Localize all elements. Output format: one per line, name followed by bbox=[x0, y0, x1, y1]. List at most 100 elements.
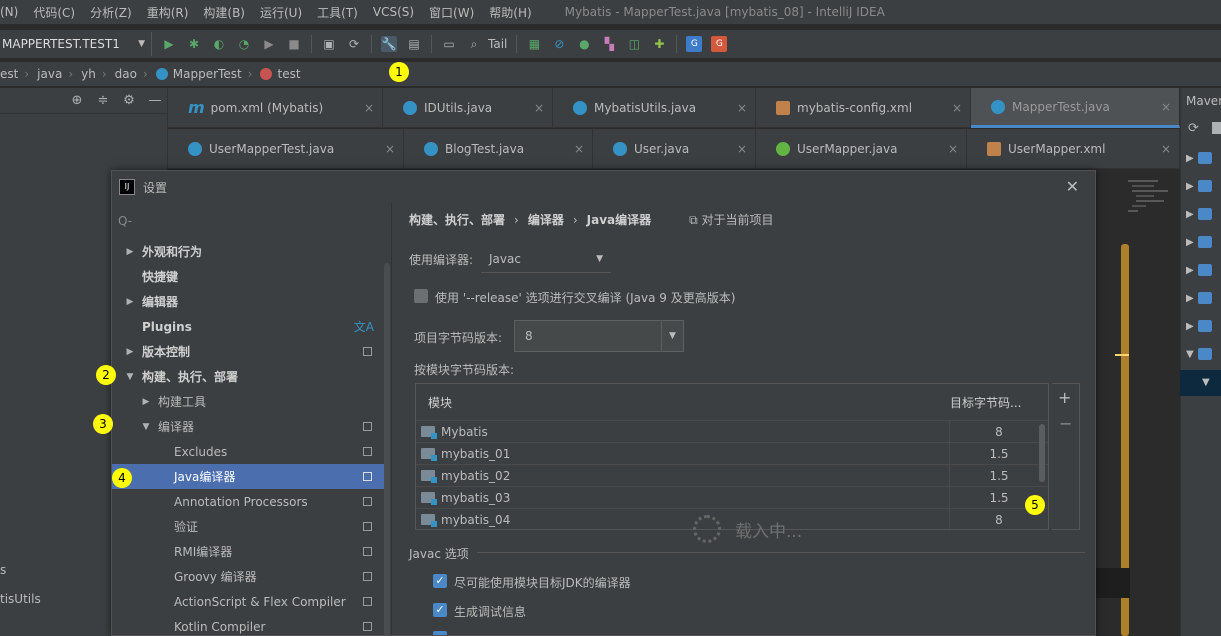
profile-icon[interactable]: ◔ bbox=[236, 36, 252, 52]
tree-item-plugins[interactable]: Plugins 文A bbox=[112, 314, 390, 339]
run-icon[interactable]: ▶ bbox=[161, 36, 177, 52]
menu-vcs[interactable]: VCS(S) bbox=[373, 5, 414, 19]
stop-icon[interactable]: ■ bbox=[286, 36, 302, 52]
remove-icon[interactable]: − bbox=[1059, 414, 1072, 433]
target-bytecode-cell[interactable]: 8 bbox=[950, 425, 1048, 439]
tree-item-annotation-processors[interactable]: Annotation Processors bbox=[112, 489, 390, 514]
tab-mappertest[interactable]: MapperTest.java × bbox=[971, 88, 1180, 128]
tree-item-validation[interactable]: 验证 bbox=[112, 514, 390, 539]
tab-idutils[interactable]: IDUtils.java × bbox=[383, 88, 553, 128]
translate-alt-icon[interactable]: G bbox=[711, 36, 728, 52]
tree-item-vcs[interactable]: ▶ 版本控制 bbox=[112, 339, 390, 364]
debug-icon[interactable]: ✱ bbox=[186, 36, 202, 52]
tail-button[interactable]: Tail bbox=[488, 37, 507, 51]
table-scrollbar[interactable] bbox=[1039, 424, 1045, 482]
menu-help[interactable]: 帮助(H) bbox=[489, 4, 531, 21]
tree-item-kotlin-compiler[interactable]: Kotlin Compiler bbox=[112, 614, 390, 635]
table-row[interactable]: Mybatis 8 bbox=[416, 420, 1048, 443]
collapse-icon[interactable]: ≑ bbox=[96, 93, 110, 108]
resume-icon[interactable]: ▶ bbox=[261, 36, 277, 52]
close-icon[interactable]: × bbox=[737, 101, 747, 115]
maven-project-row[interactable]: ▶ bbox=[1186, 262, 1221, 278]
maven-project-row[interactable]: ▶ bbox=[1186, 318, 1221, 334]
chart-icon[interactable]: ▦ bbox=[526, 36, 542, 52]
tab-pom-xml[interactable]: m pom.xml (Mybatis) × bbox=[168, 88, 383, 128]
tree-item-build-tools[interactable]: ▶ 构建工具 bbox=[112, 389, 390, 414]
menu-window[interactable]: 窗口(W) bbox=[429, 4, 474, 21]
target-bytecode-cell[interactable]: 1.5 bbox=[950, 447, 1048, 461]
menu-run[interactable]: 运行(U) bbox=[260, 4, 302, 21]
breadcrumb-item[interactable]: MapperTest bbox=[173, 67, 242, 81]
menu-navigate[interactable]: (N) bbox=[0, 5, 18, 19]
maven-project-row[interactable]: ▶ bbox=[1186, 290, 1221, 306]
project-tree-item[interactable]: tisUtils bbox=[0, 592, 41, 606]
tab-usermapper-java[interactable]: UserMapper.java × bbox=[756, 129, 967, 169]
table-row[interactable]: mybatis_02 1.5 bbox=[416, 464, 1048, 487]
terminal-icon[interactable]: ▭ bbox=[441, 36, 457, 52]
tree-item-rmi-compiler[interactable]: RMI编译器 bbox=[112, 539, 390, 564]
tree-item-groovy-compiler[interactable]: Groovy 编译器 bbox=[112, 564, 390, 589]
build-icon[interactable]: ▣ bbox=[321, 36, 337, 52]
tab-mybatisutils[interactable]: MybatisUtils.java × bbox=[553, 88, 756, 128]
plugin-icon[interactable]: ✚ bbox=[651, 36, 667, 52]
maven-project-row[interactable]: ▶ bbox=[1186, 206, 1221, 222]
use-module-jdk-checkbox[interactable]: ✓ bbox=[433, 574, 447, 588]
coverage-icon[interactable]: ◐ bbox=[211, 36, 227, 52]
column-header-target[interactable]: 目标字节码... bbox=[950, 394, 1048, 411]
tab-mybatis-config[interactable]: mybatis-config.xml × bbox=[756, 88, 971, 128]
target-bytecode-cell[interactable]: 1.5 bbox=[950, 469, 1048, 483]
close-icon[interactable]: × bbox=[385, 142, 395, 156]
maven-project-row[interactable]: ▶ bbox=[1186, 150, 1221, 166]
maven-project-row[interactable]: ▼ bbox=[1186, 346, 1221, 362]
editor-area[interactable] bbox=[1096, 170, 1180, 636]
grid-icon[interactable]: ▚ bbox=[601, 36, 617, 52]
close-icon[interactable]: × bbox=[364, 101, 374, 115]
locate-icon[interactable]: ⊕ bbox=[70, 93, 84, 108]
tree-item-compiler[interactable]: ▼ 编译器 bbox=[112, 414, 390, 439]
table-row[interactable]: mybatis_03 1.5 bbox=[416, 486, 1048, 509]
breadcrumb-item[interactable]: test bbox=[277, 67, 300, 81]
tree-scrollbar[interactable] bbox=[384, 263, 390, 635]
tab-user[interactable]: User.java × bbox=[593, 129, 756, 169]
next-option-checkbox[interactable] bbox=[433, 631, 447, 635]
close-icon[interactable]: × bbox=[574, 142, 584, 156]
maven-project-row[interactable]: ▼ bbox=[1202, 374, 1221, 390]
menu-code[interactable]: 代码(C) bbox=[33, 4, 75, 21]
translate-icon[interactable]: G bbox=[686, 36, 703, 52]
close-icon[interactable]: × bbox=[534, 101, 544, 115]
compiler-select[interactable]: Javac ▼ bbox=[481, 245, 611, 273]
folder-icon[interactable] bbox=[1212, 122, 1221, 134]
tree-item-java-compiler[interactable]: Java编译器 bbox=[112, 464, 390, 489]
close-icon[interactable]: × bbox=[952, 101, 962, 115]
database-icon[interactable]: ● bbox=[576, 36, 592, 52]
project-structure-icon[interactable]: ▤ bbox=[406, 36, 422, 52]
release-option-checkbox[interactable] bbox=[414, 289, 428, 303]
close-icon[interactable]: ✕ bbox=[1066, 177, 1079, 196]
menu-tools[interactable]: 工具(T) bbox=[317, 4, 358, 21]
breadcrumb-item[interactable]: yh bbox=[81, 67, 96, 81]
project-tree-item[interactable]: s bbox=[0, 563, 6, 577]
close-icon[interactable]: × bbox=[737, 142, 747, 156]
gear-icon[interactable]: ⚙ bbox=[122, 93, 136, 108]
tree-item-editor[interactable]: ▶ 编辑器 bbox=[112, 289, 390, 314]
tab-usermappertest[interactable]: UserMapperTest.java × bbox=[168, 129, 404, 169]
tree-item-keymap[interactable]: 快捷键 bbox=[112, 264, 390, 289]
tree-item-appearance[interactable]: ▶ 外观和行为 bbox=[112, 239, 390, 264]
diagram-icon[interactable]: ◫ bbox=[626, 36, 642, 52]
update-icon[interactable]: ⟳ bbox=[346, 36, 362, 52]
settings-search-input[interactable]: Q- bbox=[118, 209, 382, 233]
project-bytecode-combo[interactable]: 8 ▼ bbox=[514, 320, 684, 352]
breadcrumb-item[interactable]: dao bbox=[115, 67, 137, 81]
column-header-module[interactable]: 模块 bbox=[416, 394, 950, 411]
tree-item-actionscript-compiler[interactable]: ActionScript & Flex Compiler bbox=[112, 589, 390, 614]
chevron-down-icon[interactable]: ▼ bbox=[661, 321, 683, 351]
menu-refactor[interactable]: 重构(R) bbox=[147, 4, 189, 21]
breadcrumb-item[interactable]: java bbox=[37, 67, 62, 81]
no-entry-icon[interactable]: ⊘ bbox=[551, 36, 567, 52]
minimize-icon[interactable]: — bbox=[148, 93, 162, 108]
refresh-icon[interactable]: ⟳ bbox=[1188, 121, 1199, 136]
close-icon[interactable]: × bbox=[1161, 100, 1171, 114]
menu-analyze[interactable]: 分析(Z) bbox=[90, 4, 132, 21]
table-row[interactable]: mybatis_01 1.5 bbox=[416, 442, 1048, 465]
menu-build[interactable]: 构建(B) bbox=[203, 4, 245, 21]
